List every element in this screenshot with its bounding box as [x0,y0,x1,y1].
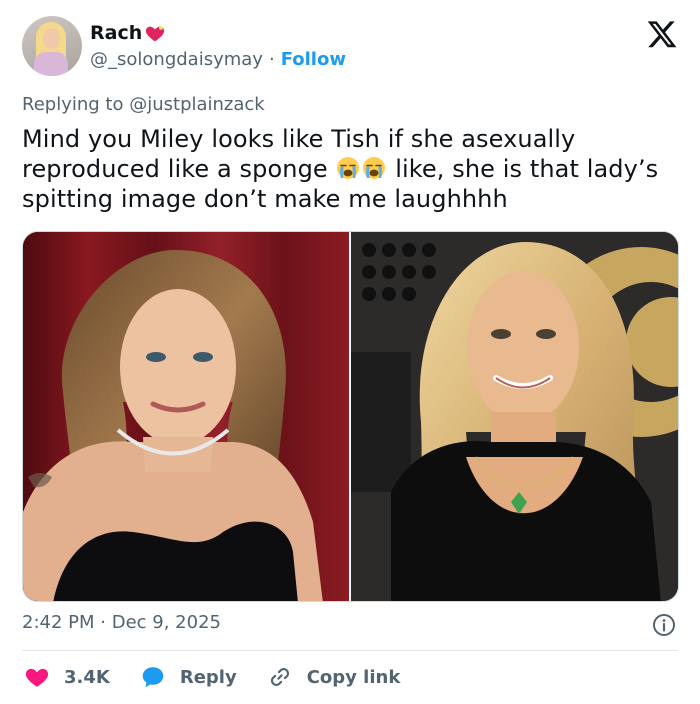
author-name[interactable]: Rach [90,22,142,44]
tweet-card: Rach @_solongdaisymay · Follow Replying … [0,0,700,704]
avatar[interactable] [22,16,82,76]
link-icon [270,668,289,686]
speech-bubble-icon [142,667,164,688]
copy-link-button[interactable]: Copy link [267,664,401,690]
divider [22,650,678,651]
photo-left[interactable] [23,232,349,601]
x-logo-icon[interactable] [646,18,678,50]
like-button[interactable]: 3.4K [24,664,110,690]
timestamp-separator: · [100,612,106,633]
media-grid [22,231,679,602]
copy-link-label: Copy link [306,666,401,688]
separator-dot: · [268,49,275,70]
action-bar: 3.4K Reply Copy link [24,662,430,692]
replying-prefix: Replying to [22,94,124,115]
loudly-crying-face-icon [362,157,385,179]
tweet-date: Dec 9, 2025 [111,612,221,633]
tweet-time: 2:42 PM [22,612,95,633]
portrait-right [351,232,678,601]
author-info: Rach @_solongdaisymay · Follow [90,20,346,70]
tweet-text: Mind you Miley looks like Tish if she as… [22,124,682,214]
loudly-crying-face-icon [336,157,359,179]
heart-icon [25,668,49,687]
info-icon[interactable] [652,613,676,637]
like-count: 3.4K [64,666,110,688]
tweet-header: Rach @_solongdaisymay · Follow [22,16,678,78]
red-heart-icon [146,26,165,42]
portrait-left [23,232,349,601]
replying-to: Replying to @justplainzack [22,94,265,115]
photo-right[interactable] [351,232,678,601]
reply-label: Reply [179,666,237,688]
timestamp[interactable]: 2:42 PM · Dec 9, 2025 [22,612,221,633]
author-handle[interactable]: @_solongdaisymay [90,49,263,70]
reply-button[interactable]: Reply [140,664,237,690]
replying-mention[interactable]: @justplainzack [129,94,265,115]
follow-button[interactable]: Follow [281,49,346,70]
